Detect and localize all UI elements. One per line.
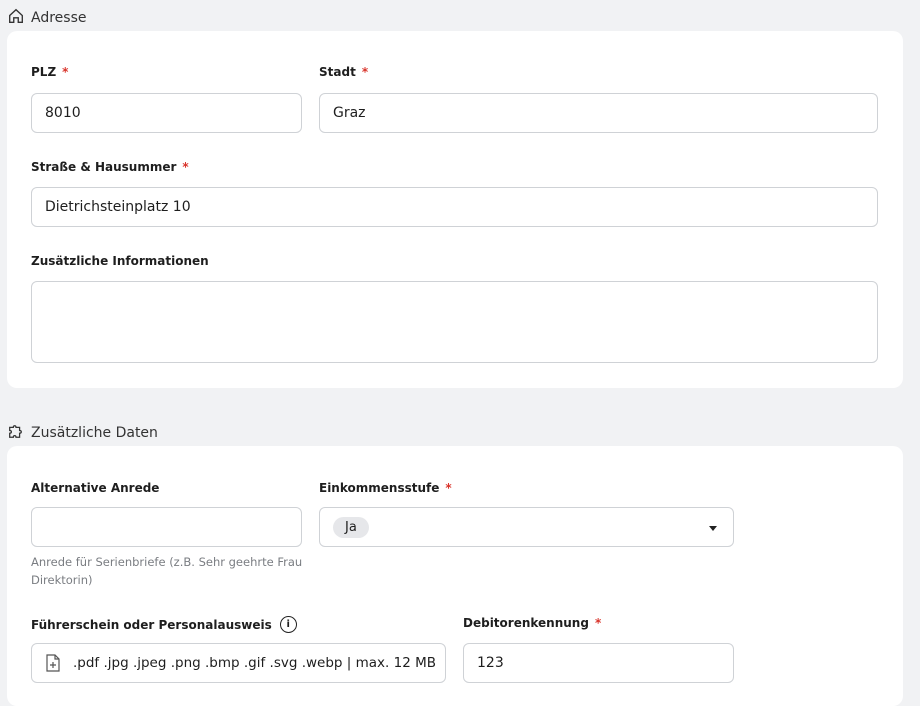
debitor-label: Debitorenkennung * xyxy=(463,616,602,630)
extra-card: Alternative Anrede Anrede für Serienbrie… xyxy=(7,446,903,706)
ausweis-upload[interactable]: .pdf .jpg .jpeg .png .bmp .gif .svg .web… xyxy=(31,643,446,683)
strasse-label: Straße & Hausummer * xyxy=(31,160,189,174)
strasse-input[interactable]: Dietrichsteinplatz 10 xyxy=(31,187,878,227)
ausweis-label: Führerschein oder Personalausweis i xyxy=(31,616,297,633)
einkommen-label: Einkommensstufe * xyxy=(319,481,452,495)
home-icon xyxy=(7,7,25,29)
info-icon[interactable]: i xyxy=(279,616,297,633)
einkommen-chip: Ja xyxy=(333,516,369,538)
chevron-down-icon[interactable] xyxy=(709,526,717,531)
info-label: Zusätzliche Informationen xyxy=(31,254,209,268)
address-section-header: Adresse xyxy=(7,7,86,29)
einkommen-select[interactable]: Ja xyxy=(319,507,734,547)
anrede-hint: Anrede für Serienbriefe (z.B. Sehr geehr… xyxy=(31,555,303,587)
extra-section-title: Zusätzliche Daten xyxy=(31,425,158,441)
stadt-input[interactable]: Graz xyxy=(319,93,878,133)
address-section-title: Adresse xyxy=(31,10,87,26)
info-textarea[interactable] xyxy=(31,281,878,363)
debitor-input[interactable]: 123 xyxy=(463,643,734,683)
extra-section-header: Zusätzliche Daten xyxy=(7,422,158,444)
stadt-label: Stadt * xyxy=(319,65,369,79)
plz-input[interactable]: 8010 xyxy=(31,93,302,133)
anrede-label: Alternative Anrede xyxy=(31,481,160,495)
file-add-icon xyxy=(46,654,60,672)
address-card: PLZ * 8010 Stadt * Graz Straße & Hausummer… xyxy=(7,31,903,388)
puzzle-icon xyxy=(7,422,25,444)
plz-label: PLZ * xyxy=(31,65,69,79)
anrede-input[interactable] xyxy=(31,507,302,547)
